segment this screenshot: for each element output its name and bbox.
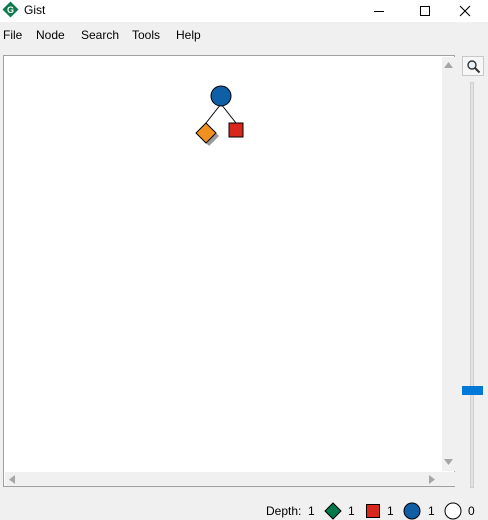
zoom-slider[interactable] <box>470 82 474 488</box>
vertical-scrollbar[interactable] <box>442 57 455 471</box>
menu-search[interactable]: Search <box>81 28 119 42</box>
open-node-circle-icon <box>444 502 462 520</box>
menu-file[interactable]: File <box>3 28 22 42</box>
tree-edge <box>205 103 222 124</box>
choice-circle-icon <box>403 502 421 520</box>
search-tree <box>195 85 244 146</box>
tree-node-failure[interactable] <box>228 122 244 138</box>
maximize-icon <box>420 6 430 16</box>
menu-help[interactable]: Help <box>176 28 201 42</box>
scroll-right-arrow-icon[interactable] <box>429 475 436 484</box>
minimize-button[interactable] <box>356 0 402 22</box>
search-tree-canvas[interactable] <box>3 55 455 487</box>
depth-label: Depth: <box>266 504 302 518</box>
solution-diamond-shape <box>324 502 342 520</box>
failure-square-shape <box>366 504 380 518</box>
title-bar: G Gist <box>0 0 488 22</box>
tree-edge <box>220 103 237 124</box>
choice-circle-shape <box>403 502 421 520</box>
window-title: Gist <box>24 3 46 17</box>
solution-diamond-icon <box>324 502 342 520</box>
close-button[interactable] <box>442 0 488 22</box>
open-count: 0 <box>468 504 475 518</box>
zoom-to-fit-button[interactable] <box>462 56 484 76</box>
scroll-corner <box>442 472 455 486</box>
menu-node[interactable]: Node <box>36 28 65 42</box>
tree-node-choice-root[interactable] <box>210 85 232 107</box>
depth-value: 1 <box>308 504 315 518</box>
choices-count: 1 <box>428 504 435 518</box>
solutions-count: 1 <box>348 504 355 518</box>
scroll-up-arrow-icon[interactable] <box>444 62 453 69</box>
menu-bar: File Node Search Tools Help <box>0 23 488 47</box>
svg-text:G: G <box>7 5 14 15</box>
failures-count: 1 <box>387 504 394 518</box>
open-node-circle-shape <box>444 502 462 520</box>
scroll-left-arrow-icon[interactable] <box>9 475 16 484</box>
close-icon <box>459 5 471 17</box>
scroll-down-arrow-icon[interactable] <box>444 459 453 466</box>
gist-logo-icon: G <box>2 1 19 18</box>
status-bar: Depth: 1 1 1 1 0 <box>0 496 488 520</box>
zoom-slider-thumb[interactable] <box>462 386 483 395</box>
failure-square-icon <box>366 504 380 518</box>
horizontal-scrollbar[interactable] <box>5 472 442 486</box>
magnifier-icon <box>467 60 481 74</box>
menu-tools[interactable]: Tools <box>132 28 160 42</box>
minimize-icon <box>374 11 384 12</box>
